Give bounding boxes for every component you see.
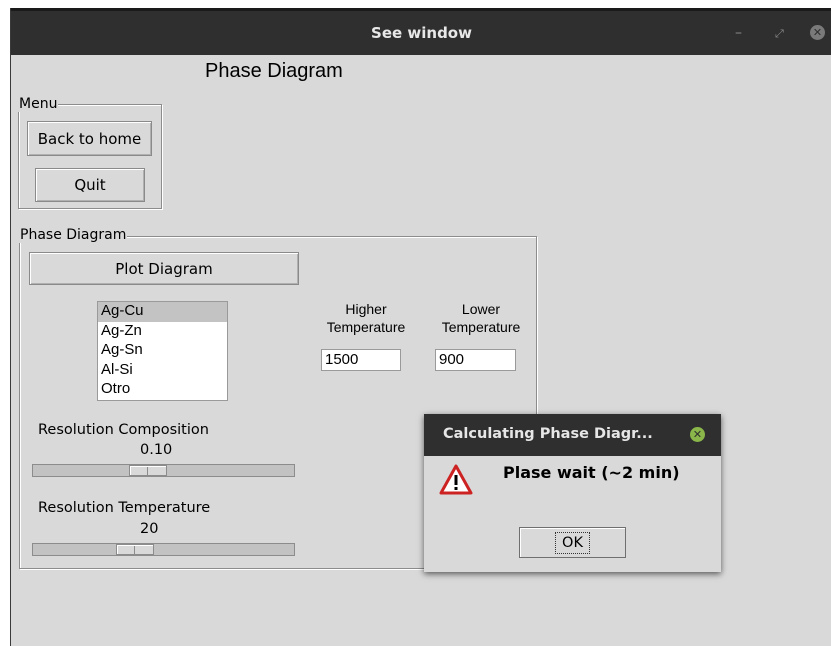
alloy-list-item[interactable]: Al-Si [98, 361, 227, 381]
higher-temperature-label: Higher Temperature [317, 300, 415, 336]
plot-diagram-button[interactable]: Plot Diagram [29, 252, 299, 285]
resolution-temperature-value: 20 [140, 521, 159, 537]
lower-temperature-label-line2: Temperature [441, 319, 521, 335]
resolution-composition-label: Resolution Composition [38, 422, 209, 438]
window-title: See window [371, 24, 472, 42]
ok-button[interactable]: OK [519, 527, 626, 558]
resolution-temperature-slider-handle[interactable] [116, 544, 154, 555]
alloy-list-item[interactable]: Ag-Zn [98, 322, 227, 342]
quit-button[interactable]: Quit [35, 168, 145, 202]
window-close-icon[interactable]: ✕ [810, 25, 825, 40]
alloy-listbox[interactable]: Ag-Cu Ag-Zn Ag-Sn Al-Si Otro [97, 301, 228, 401]
dialog-close-icon[interactable]: ✕ [690, 427, 705, 442]
resolution-composition-value: 0.10 [140, 442, 173, 458]
warning-icon [439, 464, 473, 495]
lower-temperature-label-line1: Lower [461, 301, 501, 317]
resolution-composition-slider[interactable] [32, 464, 295, 477]
menu-legend: Menu [18, 96, 59, 112]
lower-temperature-input[interactable]: 900 [435, 349, 516, 371]
resolution-temperature-label: Resolution Temperature [38, 500, 211, 516]
higher-temperature-input[interactable]: 1500 [321, 349, 401, 371]
lower-temperature-label: Lower Temperature [431, 300, 531, 336]
higher-temperature-label-line2: Temperature [326, 319, 406, 335]
alloy-list-item[interactable]: Ag-Cu [98, 302, 227, 322]
window-titlebar[interactable]: See window – ⤢ ✕ [11, 8, 831, 55]
resolution-temperature-slider[interactable] [32, 543, 295, 556]
minimize-icon[interactable]: – [735, 25, 742, 41]
alloy-list-item[interactable]: Otro [98, 380, 227, 400]
dialog-titlebar[interactable]: Calculating Phase Diagr... ✕ [424, 414, 721, 456]
ok-button-label: OK [555, 531, 590, 554]
dialog-message: Plase wait (~2 min) [503, 463, 680, 482]
page-title: Phase Diagram [205, 60, 343, 82]
phase-diagram-legend: Phase Diagram [19, 227, 128, 243]
dialog-title: Calculating Phase Diagr... [443, 426, 653, 442]
back-to-home-button[interactable]: Back to home [27, 121, 152, 156]
alloy-list-item[interactable]: Ag-Sn [98, 341, 227, 361]
higher-temperature-label-line1: Higher [345, 301, 387, 317]
maximize-icon[interactable]: ⤢ [775, 27, 784, 41]
resolution-composition-slider-handle[interactable] [129, 465, 167, 476]
calculating-dialog: Calculating Phase Diagr... ✕ Plase wait … [424, 414, 721, 572]
